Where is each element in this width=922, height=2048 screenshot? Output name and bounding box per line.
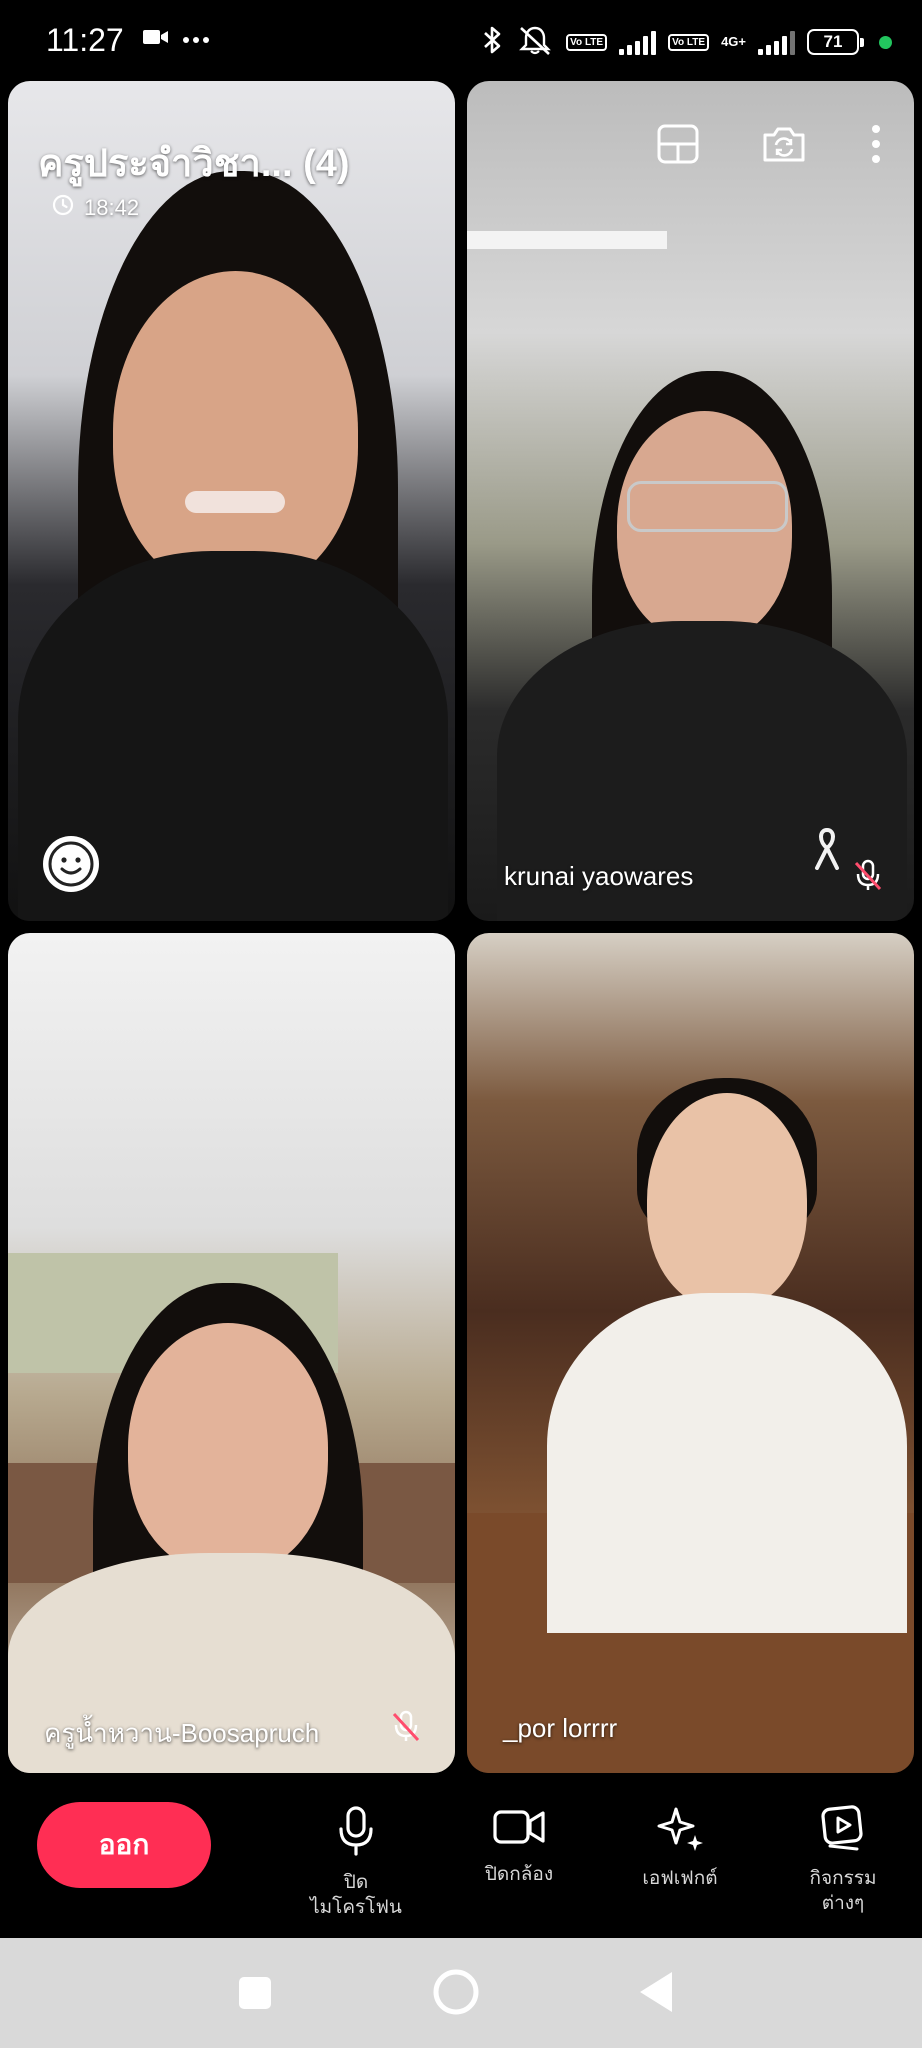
signal-icon-2 bbox=[758, 29, 795, 55]
clock-icon bbox=[52, 194, 74, 222]
meeting-title[interactable]: ครูประจำวิชา... (4) bbox=[38, 132, 350, 193]
bluetooth-icon bbox=[480, 24, 504, 61]
status-left-icons bbox=[143, 28, 209, 51]
microphone-icon bbox=[334, 1805, 378, 1862]
participant-video-tile[interactable]: krunai yaowares bbox=[467, 81, 914, 921]
battery-icon: 71 bbox=[807, 29, 864, 55]
mic-toggle-label: ปิด ไมโครโฟน bbox=[310, 1871, 402, 1918]
network-type: 4G+ bbox=[721, 34, 746, 49]
participant-video-tile[interactable]: ครูน้ำหวาน-Boosapruch bbox=[8, 933, 455, 1773]
mute-icon bbox=[516, 24, 554, 61]
camera-toggle-button[interactable]: ปิดกล้อง bbox=[449, 1805, 589, 1887]
camera-toggle-label: ปิดกล้อง bbox=[484, 1863, 554, 1885]
more-options-button[interactable] bbox=[866, 120, 886, 168]
mic-muted-icon bbox=[853, 858, 883, 891]
activities-play-icon bbox=[817, 1805, 869, 1858]
signal-icon bbox=[619, 29, 657, 55]
ribbon-icon bbox=[812, 826, 842, 875]
mic-muted-icon bbox=[391, 1709, 421, 1742]
call-controls-bar: ออก ปิด ไมโครโฟน ปิดกล้อง เอฟเฟกต์ กิจกร… bbox=[0, 1780, 922, 1938]
reaction-emoji-button[interactable] bbox=[43, 836, 99, 892]
duration-text: 18:42 bbox=[84, 195, 140, 220]
leave-button[interactable]: ออก bbox=[37, 1802, 211, 1888]
effects-label: เอฟเฟกต์ bbox=[642, 1867, 718, 1889]
participant-name: krunai yaowares bbox=[504, 861, 694, 891]
switch-camera-button[interactable] bbox=[760, 120, 808, 168]
status-time: 11:27 bbox=[46, 22, 124, 58]
more-dots-icon bbox=[183, 31, 209, 49]
participant-name: ครูน้ำหวาน-Boosapruch bbox=[44, 1718, 320, 1748]
video-camera-icon bbox=[492, 1805, 546, 1854]
battery-level: 71 bbox=[823, 32, 843, 51]
recent-apps-button[interactable] bbox=[238, 1976, 272, 2015]
volte-badge-1: Vo LTE bbox=[566, 33, 608, 51]
top-controls bbox=[654, 120, 886, 168]
volte-badge-2: Vo LTE bbox=[668, 33, 710, 51]
activities-label: กิจกรรม ต่างๆ bbox=[809, 1867, 877, 1914]
video-recording-icon bbox=[143, 28, 169, 51]
back-button[interactable] bbox=[638, 1970, 674, 2019]
participant-video-tile[interactable]: _por lorrrr bbox=[467, 933, 914, 1773]
activities-button[interactable]: กิจกรรม ต่างๆ bbox=[773, 1805, 913, 1916]
status-bar: 11:27 Vo LTE Vo LTE 4G+ 71 bbox=[0, 0, 922, 80]
effects-button[interactable]: เอฟเฟกต์ bbox=[610, 1805, 750, 1891]
layout-button[interactable] bbox=[654, 120, 702, 168]
status-right: Vo LTE Vo LTE 4G+ 71 bbox=[480, 22, 892, 62]
home-button[interactable] bbox=[432, 1968, 480, 2021]
participant-name: _por lorrrr bbox=[503, 1713, 618, 1743]
sparkle-icon bbox=[654, 1805, 706, 1858]
system-navigation-bar bbox=[0, 1938, 922, 2048]
privacy-indicator-dot bbox=[879, 35, 892, 49]
mic-toggle-button[interactable]: ปิด ไมโครโฟน bbox=[286, 1805, 426, 1920]
meeting-duration: 18:42 bbox=[52, 194, 139, 222]
